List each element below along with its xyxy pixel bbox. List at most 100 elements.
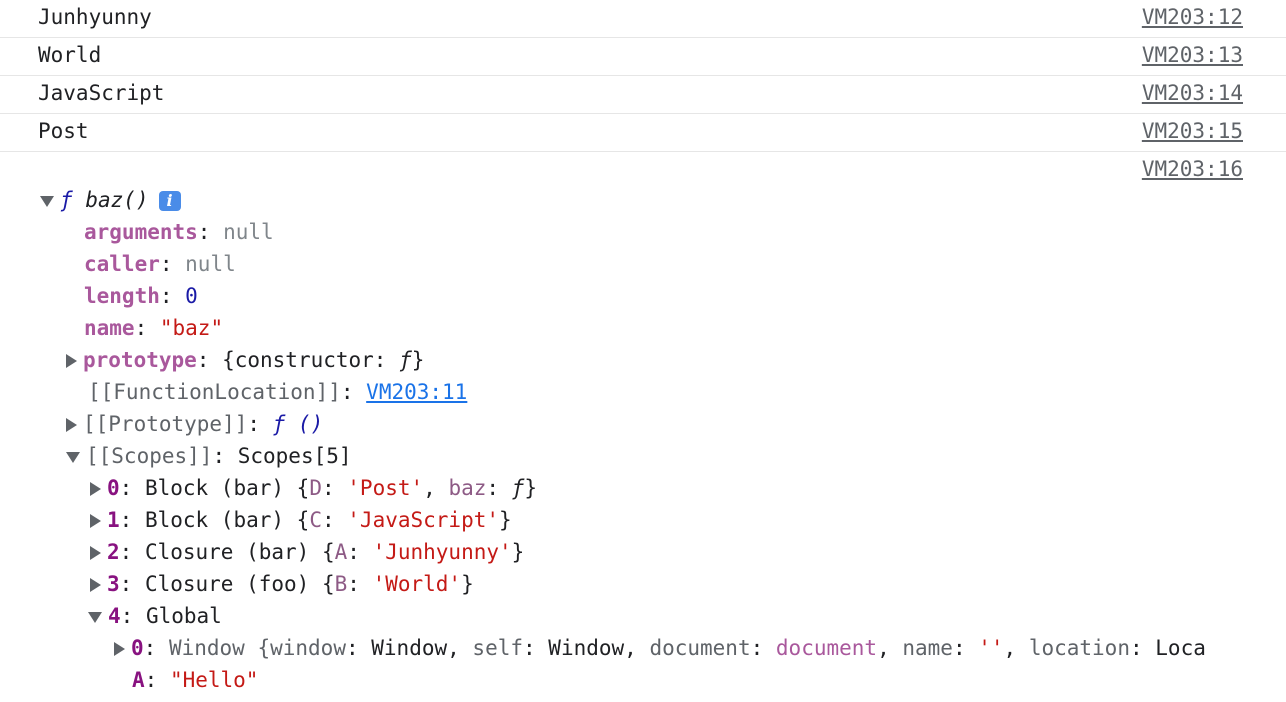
global-key: name [902,636,953,660]
function-title: baz() [85,188,149,212]
prop-value: "baz" [159,316,224,340]
scope-key: D [309,476,322,500]
scope-index: 4 [108,604,121,628]
scope-value: 'World' [372,572,462,596]
function-header[interactable]: ƒ baz() i [40,185,181,215]
global-value: Window [548,636,625,660]
scope-value: ƒ [511,476,525,500]
scope-key: C [309,508,322,532]
scope-index: 2 [107,540,120,564]
prop-function-location: [[FunctionLocation]]: VM203:11 [88,380,468,404]
prop-caller: caller: null [84,252,236,276]
function-symbol: ƒ [399,348,412,372]
prop-value: ƒ () [272,412,324,436]
log-row-2: World VM203:13 [0,38,1286,76]
scope-key: A [334,540,348,564]
global-item-0[interactable]: 0: Window {window: Window, self: Window,… [114,633,1206,663]
source-link[interactable]: VM203:16 [1142,157,1243,181]
prop-prototype[interactable]: prototype: {constructor: ƒ} [66,345,424,375]
prop-key: [[FunctionLocation]] [88,380,341,404]
prop-key: arguments [84,220,198,244]
prop-value: null [223,220,274,244]
scope-label: Global [145,604,222,628]
scope-index: 1 [107,508,120,532]
global-key: location [1028,636,1130,660]
prop-key: A [132,668,145,692]
global-key: self [472,636,523,660]
scope-index: 3 [107,572,120,596]
scope-close: } [461,572,474,596]
function-symbol: ƒ [60,188,73,212]
scope-item-0[interactable]: 0: Block (bar) {D: 'Post', baz: ƒ} [90,473,537,503]
prop-name: name: "baz" [84,316,224,340]
source-link[interactable]: VM203:13 [1142,43,1243,67]
scope-item-3[interactable]: 3: Closure (foo) {B: 'World'} [90,569,474,599]
expand-right-icon[interactable] [90,482,101,496]
scope-item-2[interactable]: 2: Closure (bar) {A: 'Junhyunny'} [90,537,524,567]
scope-item-1[interactable]: 1: Block (bar) {C: 'JavaScript'} [90,505,512,535]
prop-key: [[Scopes]] [86,444,213,468]
scope-value: 'JavaScript' [347,508,499,532]
scope-close: } [511,540,525,564]
scope-value: 'Post' [347,476,424,500]
scope-index: 0 [107,476,120,500]
log-text: JavaScript [38,81,165,105]
global-key: document [649,636,751,660]
scope-label: Block (bar) { [144,508,310,532]
log-row-4: Post VM203:15 [0,114,1286,152]
prop-key: prototype [83,348,197,372]
log-row-1: Junhyunny VM203:12 [0,0,1286,38]
prop-key: name [84,316,135,340]
expand-down-icon[interactable] [66,451,80,463]
prop-value: Scopes[5] [237,444,352,468]
prop-key: length [84,284,160,308]
scope-key: baz [448,476,487,500]
source-link[interactable]: VM203:14 [1142,81,1243,105]
prop-prototype-internal[interactable]: [[Prototype]]: ƒ () [66,409,323,439]
expand-right-icon[interactable] [90,578,101,592]
global-prop-a: A: "Hello" [132,668,259,692]
global-value: Loca [1155,636,1206,660]
scope-key: B [334,572,348,596]
expand-right-icon[interactable] [66,418,77,432]
scope-item-4[interactable]: 4: Global [88,601,222,631]
info-icon[interactable]: i [158,191,181,211]
scope-close: } [499,508,512,532]
console-messages: Junhyunny VM203:12 World VM203:13 JavaSc… [0,0,1286,700]
log-text: World [38,43,102,67]
log-text: Junhyunny [38,5,152,29]
source-link[interactable]: VM203:12 [1142,5,1243,29]
prop-arguments: arguments: null [84,220,274,244]
prop-scopes[interactable]: [[Scopes]]: Scopes[5] [66,441,352,471]
scope-label: Closure (bar) { [144,540,335,564]
global-key: window [270,636,346,660]
source-link[interactable]: VM203:15 [1142,119,1243,143]
expand-down-icon[interactable] [40,195,54,207]
global-index: 0 [131,636,144,660]
prop-value: 0 [185,284,198,308]
prop-length: length: 0 [84,284,198,308]
scope-value: 'Junhyunny' [372,540,512,564]
prop-value: {constructor: [222,348,400,372]
global-value: Window [371,636,448,660]
expand-right-icon[interactable] [90,546,101,560]
scope-label: Block (bar) { [144,476,310,500]
prop-key: caller [84,252,160,276]
prop-value: "Hello" [169,668,259,692]
prop-key: [[Prototype]] [83,412,248,436]
expand-down-icon[interactable] [88,611,102,623]
prop-value: null [185,252,236,276]
global-value: document [775,636,878,660]
global-value: '' [978,636,1004,660]
global-label: Window { [168,636,271,660]
function-location-link[interactable]: VM203:11 [366,380,467,404]
expand-right-icon[interactable] [66,354,77,368]
log-text: Post [38,119,89,143]
expand-right-icon[interactable] [90,514,101,528]
object-log-entry: VM203:16 ƒ baz() i arguments: null caller… [0,152,1286,700]
scope-close: } [524,476,537,500]
prop-value-close: } [411,348,425,372]
expand-right-icon[interactable] [114,642,125,656]
scope-label: Closure (foo) { [144,572,335,596]
log-row-3: JavaScript VM203:14 [0,76,1286,114]
